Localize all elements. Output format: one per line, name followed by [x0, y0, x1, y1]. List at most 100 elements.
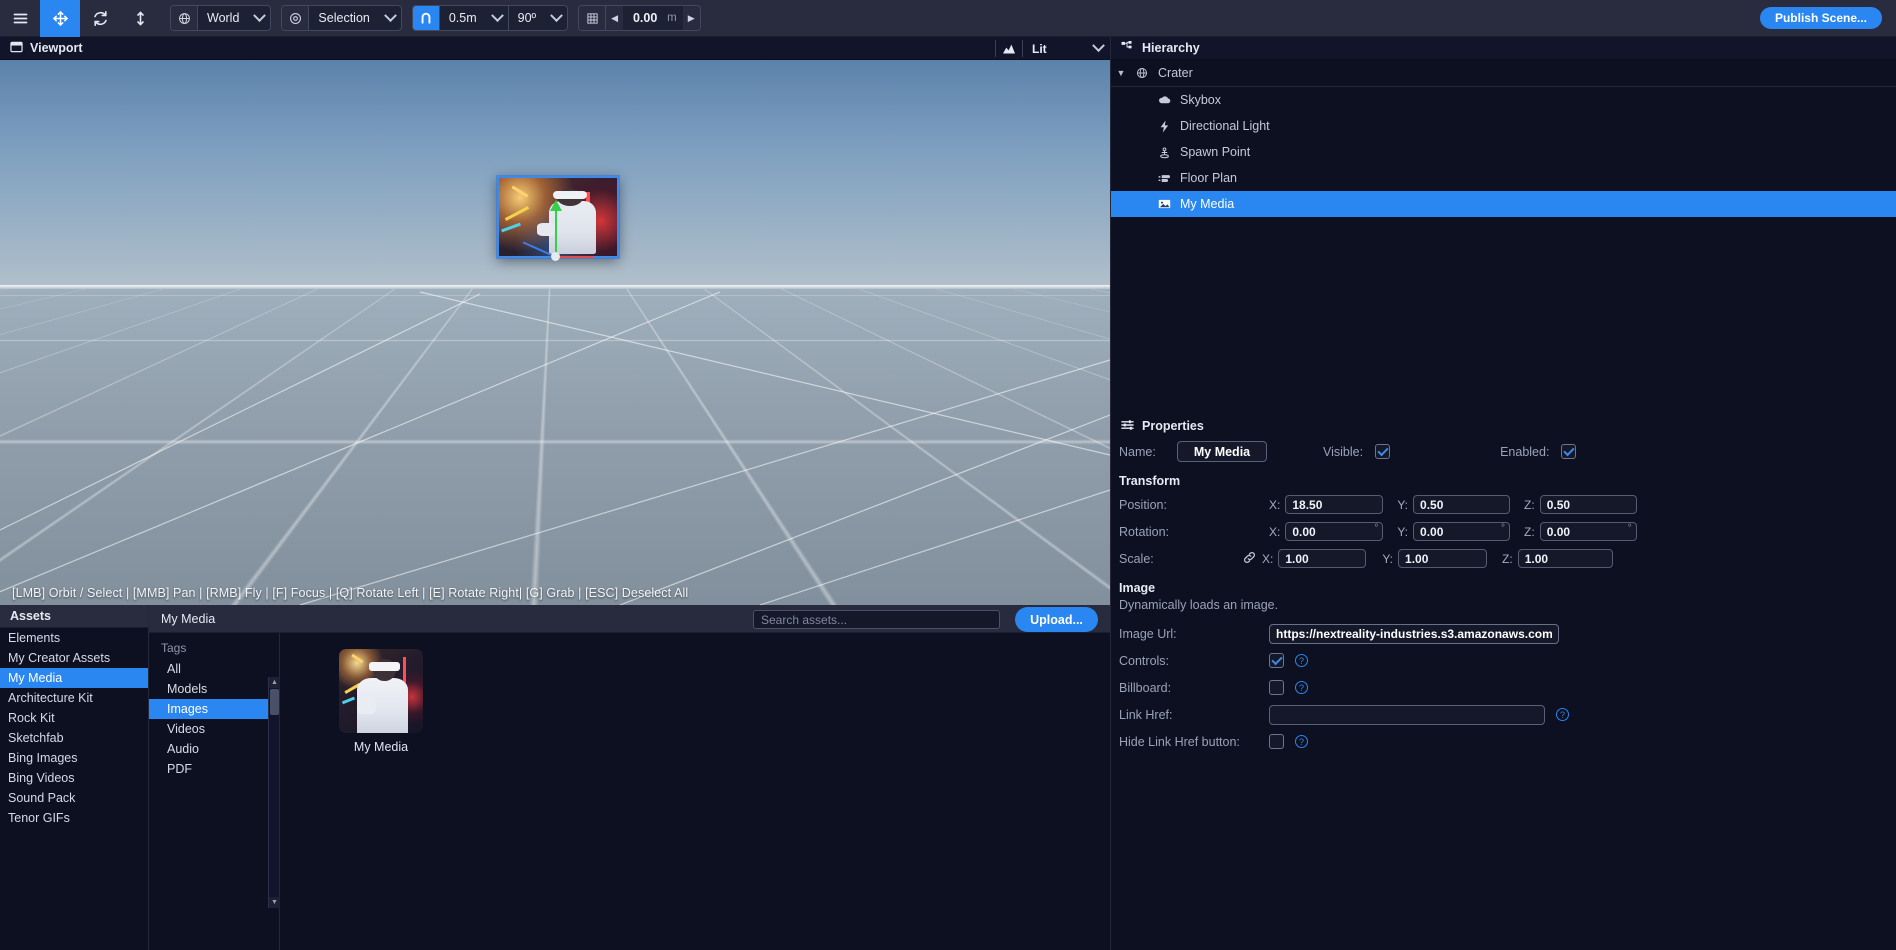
magnet-icon[interactable]	[412, 6, 439, 30]
hierarchy-item-my-media[interactable]: My Media	[1111, 191, 1896, 217]
question-mark-icon[interactable]: ?	[1295, 735, 1308, 748]
billboard-checkbox[interactable]	[1269, 680, 1284, 695]
sidebar-item-label: Tenor GIFs	[8, 811, 70, 825]
shading-mode-value: Lit	[1032, 41, 1047, 56]
tag-item-all[interactable]: All	[149, 659, 279, 679]
snap-angle-value: 90º	[517, 11, 537, 25]
media-plane-object[interactable]	[497, 176, 619, 258]
hierarchy-item-crater[interactable]: ▼ Crater	[1111, 60, 1896, 86]
neon-streak	[501, 223, 522, 233]
tags-label: Tags	[161, 641, 187, 655]
sidebar-item-label: My Media	[8, 671, 63, 685]
hide-link-href-checkbox[interactable]	[1269, 734, 1284, 749]
grid-decrement-button[interactable]: ◀	[606, 6, 624, 30]
sidebar-item-sketchfab[interactable]: Sketchfab	[0, 728, 148, 748]
shading-mode-dropdown[interactable]: Lit	[1023, 37, 1110, 60]
link-icon[interactable]	[1243, 551, 1256, 567]
publish-scene-button[interactable]: Publish Scene...	[1759, 7, 1882, 29]
name-row: Name: Visible: Enabled:	[1111, 438, 1896, 465]
scale-y-input[interactable]	[1398, 549, 1488, 568]
tag-item-images[interactable]: Images	[149, 699, 279, 719]
tag-item-models[interactable]: Models	[149, 679, 279, 699]
grid-icon[interactable]	[579, 6, 606, 30]
gizmo-axis-y[interactable]	[555, 206, 557, 258]
gizmo-axis-x[interactable]	[555, 256, 593, 258]
sidebar-item-bing-videos[interactable]: Bing Videos	[0, 768, 148, 788]
sidebar-item-architecture-kit[interactable]: Architecture Kit	[0, 688, 148, 708]
scale-z-input[interactable]	[1517, 549, 1613, 568]
floor-plan-icon	[1153, 172, 1175, 184]
sidebar-item-label: Elements	[8, 631, 61, 645]
scroll-down-icon[interactable]: ▼	[269, 897, 280, 908]
top-toolbar: World Selection 0.5m 90º ◀ 0.00 m ▶ Publ…	[0, 0, 1896, 37]
tag-item-label: Videos	[167, 722, 205, 736]
question-mark-icon[interactable]: ?	[1295, 654, 1308, 667]
sidebar-item-my-creator-assets[interactable]: My Creator Assets	[0, 648, 148, 668]
scroll-up-icon[interactable]: ▲	[269, 677, 280, 688]
hierarchy-panel: Hierarchy ▼ Crater Skybox Directional Light…	[1110, 37, 1896, 467]
hierarchy-item-skybox[interactable]: Skybox	[1111, 87, 1896, 113]
scale-tool-button[interactable]	[120, 0, 160, 37]
rotation-z-input[interactable]	[1539, 522, 1637, 541]
snap-settings-group: 0.5m 90º	[411, 5, 569, 31]
visible-checkbox[interactable]	[1375, 444, 1391, 459]
sidebar-item-elements[interactable]: Elements	[0, 628, 148, 648]
shading-icon[interactable]	[996, 37, 1022, 60]
snap-angle-dropdown[interactable]: 90º	[507, 6, 567, 30]
position-y-input[interactable]	[1413, 495, 1511, 514]
axis-y-label: Y:	[1397, 497, 1409, 512]
question-mark-icon[interactable]: ?	[1295, 681, 1308, 694]
sidebar-item-label: Sketchfab	[8, 731, 64, 745]
link-href-input[interactable]	[1269, 704, 1545, 725]
sidebar-item-tenor-gifs[interactable]: Tenor GIFs	[0, 808, 148, 828]
snap-distance-dropdown[interactable]: 0.5m	[438, 6, 508, 30]
sidebar-item-rock-kit[interactable]: Rock Kit	[0, 708, 148, 728]
tag-item-pdf[interactable]: PDF	[149, 759, 279, 779]
sidebar-item-label: My Creator Assets	[8, 651, 111, 665]
question-mark-icon[interactable]: ?	[1556, 708, 1569, 721]
position-z-input[interactable]	[1539, 495, 1637, 514]
gizmo-axis-y-arrow[interactable]	[550, 200, 562, 211]
pivot-mode-dropdown[interactable]: Selection	[308, 6, 400, 30]
rotation-x-input[interactable]	[1285, 522, 1384, 541]
assets-grid: My Media	[281, 633, 1110, 950]
gizmo-center-handle[interactable]	[551, 252, 560, 261]
grid-height-value[interactable]: 0.00	[623, 11, 667, 25]
tags-scrollbar[interactable]: ▲ ▼	[268, 677, 280, 908]
scrollbar-thumb[interactable]	[270, 689, 279, 715]
scale-x-input[interactable]	[1278, 549, 1367, 568]
coordinate-space-dropdown[interactable]: World	[197, 6, 270, 30]
viewport-canvas[interactable]: [LMB] Orbit / Select | [MMB] Pan | [RMB]…	[0, 60, 1110, 605]
hierarchy-item-directional-light[interactable]: Directional Light	[1111, 113, 1896, 139]
sidebar-item-sound-pack[interactable]: Sound Pack	[0, 788, 148, 808]
enabled-checkbox[interactable]	[1561, 444, 1577, 459]
tag-item-videos[interactable]: Videos	[149, 719, 279, 739]
sidebar-item-my-media[interactable]: My Media	[0, 668, 148, 688]
sliders-icon	[1121, 419, 1134, 434]
billboard-label: Billboard:	[1119, 680, 1172, 695]
chevron-down-icon[interactable]: ▼	[1111, 68, 1131, 78]
position-x-input[interactable]	[1285, 495, 1384, 514]
asset-thumbnail[interactable]	[339, 649, 423, 733]
controls-checkbox[interactable]	[1269, 653, 1284, 668]
vr-controller	[536, 223, 556, 236]
hierarchy-item-floor-plan[interactable]: Floor Plan	[1111, 165, 1896, 191]
move-tool-button[interactable]	[40, 0, 80, 37]
search-input[interactable]	[753, 610, 1000, 629]
rotation-y-input[interactable]	[1413, 522, 1511, 541]
image-url-input[interactable]	[1269, 623, 1559, 644]
sidebar-item-bing-images[interactable]: Bing Images	[0, 748, 148, 768]
hierarchy-item-label: Floor Plan	[1180, 171, 1237, 185]
upload-button[interactable]: Upload...	[1015, 607, 1098, 632]
grid-increment-button[interactable]: ▶	[682, 6, 700, 30]
rotation-x-wrap	[1285, 522, 1384, 541]
name-input[interactable]	[1177, 441, 1267, 462]
rotate-tool-button[interactable]	[80, 0, 120, 37]
tags-column: Tags All Models Images Videos Audio PDF ▲ ▼	[149, 633, 280, 950]
grid-height-group: ◀ 0.00 m ▶	[578, 5, 701, 31]
hamburger-menu-icon[interactable]	[0, 0, 40, 37]
hierarchy-item-spawn-point[interactable]: Spawn Point	[1111, 139, 1896, 165]
tag-item-audio[interactable]: Audio	[149, 739, 279, 759]
asset-card[interactable]: My Media	[339, 649, 423, 754]
position-label: Position:	[1119, 497, 1167, 512]
